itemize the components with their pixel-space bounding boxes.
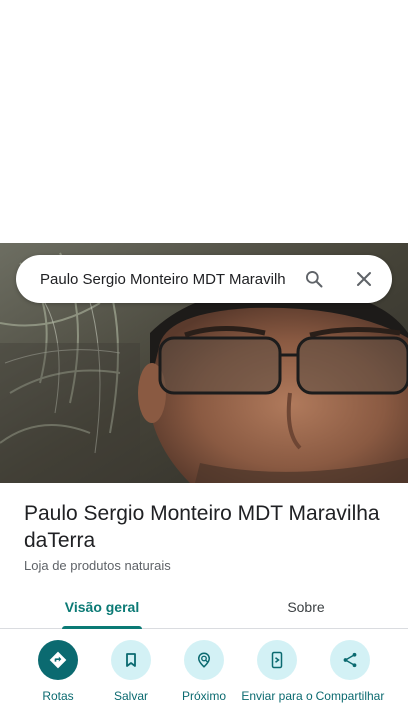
action-bar: Rotas Salvar Próximo Enviar para o Compa… — [0, 640, 408, 726]
place-info: Paulo Sergio Monteiro MDT Maravilha daTe… — [24, 500, 394, 573]
send-to-phone-label: Enviar para o — [241, 689, 313, 703]
directions-button[interactable]: Rotas — [20, 640, 96, 703]
map-area[interactable] — [0, 0, 408, 243]
tab-bar: Visão geral Sobre — [0, 586, 408, 629]
place-category: Loja de produtos naturais — [24, 558, 171, 573]
search-bar[interactable]: Paulo Sergio Monteiro MDT Maravilha daTe… — [16, 255, 392, 303]
directions-label: Rotas — [42, 689, 74, 703]
close-icon[interactable] — [344, 259, 384, 299]
search-icon[interactable] — [294, 259, 334, 299]
bookmark-icon — [111, 640, 151, 680]
share-icon — [330, 640, 370, 680]
send-to-phone-icon — [257, 640, 297, 680]
nearby-icon — [184, 640, 224, 680]
save-label: Salvar — [113, 689, 148, 703]
nearby-label: Próximo — [181, 689, 226, 703]
nearby-button[interactable]: Próximo — [166, 640, 242, 703]
share-button[interactable]: Compartilhar — [312, 640, 388, 703]
place-title: Paulo Sergio Monteiro MDT Maravilha daTe… — [24, 502, 380, 552]
place-page: Paulo Sergio Monteiro MDT Maravilha daTe… — [0, 0, 408, 726]
tab-overview[interactable]: Visão geral — [0, 586, 204, 628]
search-input[interactable]: Paulo Sergio Monteiro MDT Maravilha daTe… — [40, 271, 286, 288]
tab-about[interactable]: Sobre — [204, 586, 408, 628]
directions-icon — [38, 640, 78, 680]
send-to-phone-button[interactable]: Enviar para o — [239, 640, 315, 703]
save-button[interactable]: Salvar — [93, 640, 169, 703]
share-label: Compartilhar — [315, 689, 385, 703]
